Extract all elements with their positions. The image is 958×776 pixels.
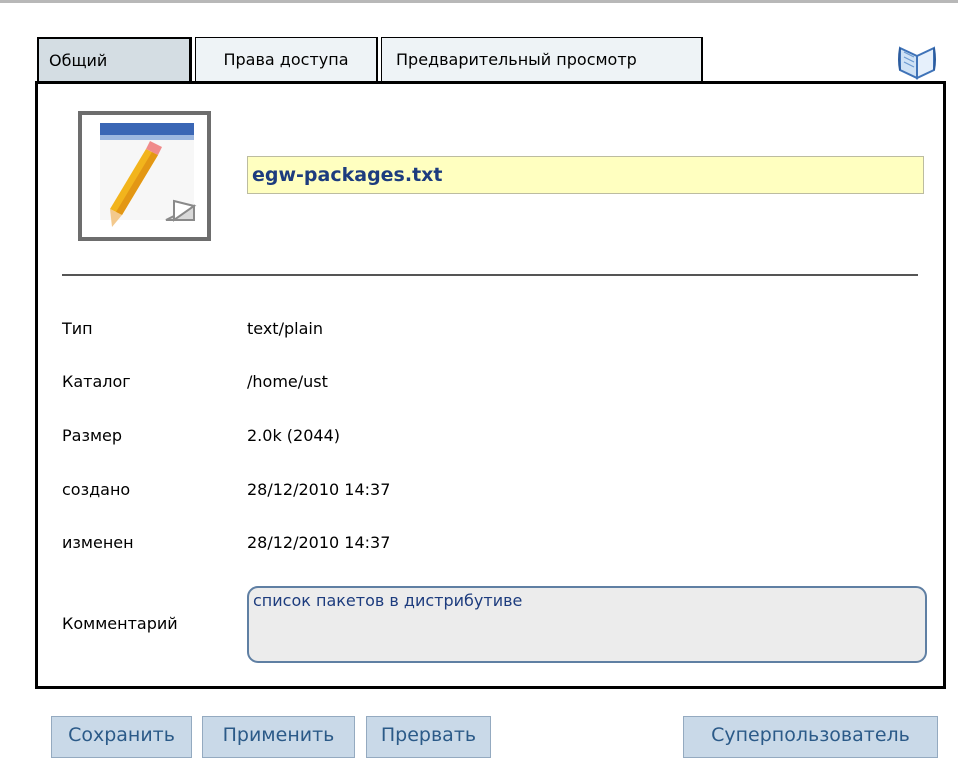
created-label: создано — [62, 480, 131, 499]
divider — [62, 274, 918, 276]
directory-label: Каталог — [62, 372, 131, 391]
filename-field[interactable] — [247, 156, 924, 194]
tab-access-rights[interactable]: Права доступа — [195, 37, 378, 81]
modified-value: 28/12/2010 14:37 — [247, 533, 391, 552]
type-label: Тип — [62, 319, 93, 338]
comment-textarea[interactable]: список пакетов в дистрибутиве — [247, 586, 927, 663]
modified-label: изменен — [62, 533, 134, 552]
apply-button[interactable]: Применить — [202, 716, 355, 758]
top-rule — [0, 0, 958, 3]
cancel-button[interactable]: Прервать — [366, 716, 491, 758]
save-button[interactable]: Сохранить — [51, 716, 192, 758]
directory-value: /home/ust — [247, 372, 328, 391]
size-label: Размер — [62, 426, 123, 445]
help-book-icon[interactable] — [892, 40, 942, 82]
properties-panel: Тип text/plain Каталог /home/ust Размер … — [35, 81, 946, 689]
text-file-pencil-icon — [78, 111, 211, 241]
comment-label: Комментарий — [62, 614, 178, 633]
superuser-button[interactable]: Суперпользователь — [683, 716, 938, 758]
created-value: 28/12/2010 14:37 — [247, 480, 391, 499]
size-value: 2.0k (2044) — [247, 426, 340, 445]
tab-general[interactable]: Общий — [37, 37, 192, 81]
type-value: text/plain — [247, 319, 323, 338]
tab-preview[interactable]: Предварительный просмотр — [381, 37, 703, 81]
